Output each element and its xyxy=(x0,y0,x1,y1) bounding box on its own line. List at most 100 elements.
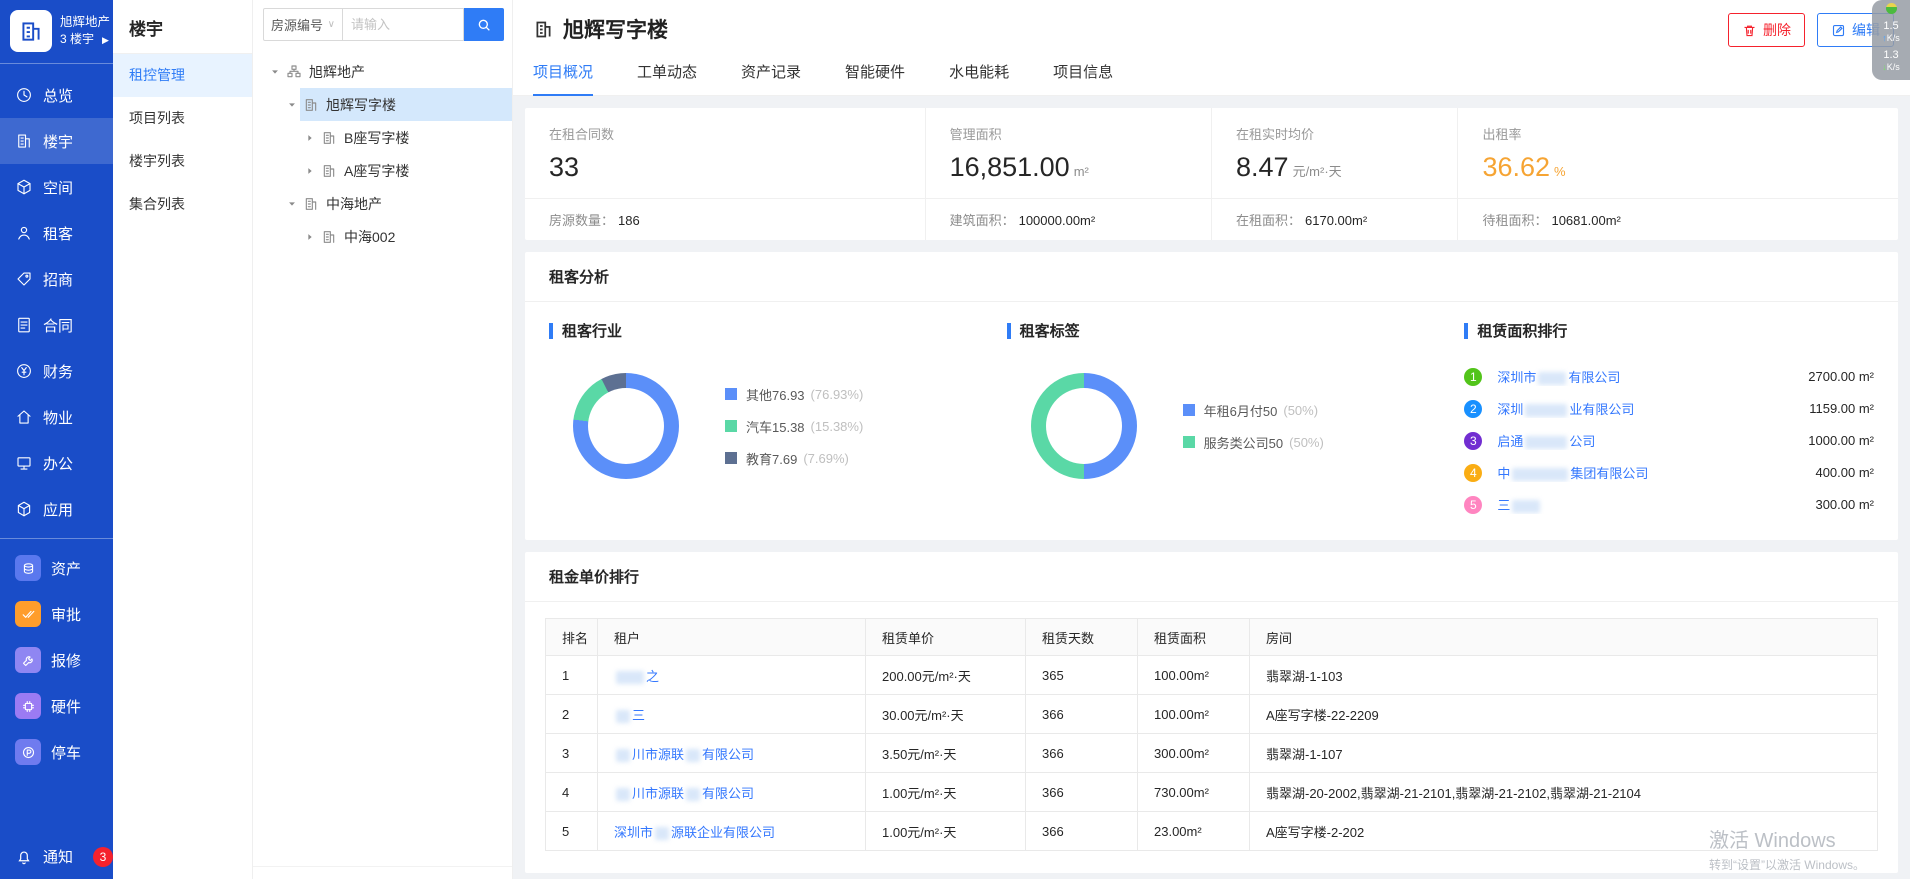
watermark-line2: 转到“设置”以激活 Windows。 xyxy=(1709,856,1865,873)
caret-down-icon[interactable] xyxy=(267,67,283,77)
sidebar-item-hardware[interactable]: 硬件 xyxy=(0,683,113,729)
cell-tenant-link[interactable]: 三 xyxy=(598,695,866,734)
tags-chart-title: 租客标签 xyxy=(1020,320,1080,341)
download-speed-unit: K/s xyxy=(1887,62,1900,72)
caret-right-icon[interactable] xyxy=(302,133,318,143)
tree-node-A座写字楼[interactable]: A座写字楼 xyxy=(253,154,512,187)
sidebar-divider xyxy=(0,538,113,539)
overview-icon xyxy=(15,86,33,104)
sidebar-item-approval[interactable]: 审批 xyxy=(0,591,113,637)
stat-unit: 元/m²·天 xyxy=(1293,164,1342,179)
rank-company-redacted xyxy=(1512,468,1568,481)
menu-item-集合列表[interactable]: 集合列表 xyxy=(113,183,252,226)
sidebar-item-finance[interactable]: 财务 xyxy=(0,348,113,394)
sidebar-nav: 总览楼宇空间租客招商合同财务物业办公应用资产审批报修硬件停车 xyxy=(0,64,113,775)
stat-sub: 建筑面积：100000.00m² xyxy=(926,198,1211,240)
rank-company-link[interactable]: 中集团有限公司 xyxy=(1497,463,1805,482)
caret-down-icon[interactable] xyxy=(284,199,300,209)
sidebar-item-tenant[interactable]: 租客 xyxy=(0,210,113,256)
delete-button[interactable]: 删除 xyxy=(1728,13,1805,47)
sidebar-item-property[interactable]: 物业 xyxy=(0,394,113,440)
sidebar-item-notify[interactable]: 通知 3 xyxy=(0,846,113,867)
area-rank-row: 1深圳市有限公司2700.00 m² xyxy=(1464,367,1874,386)
tree-search-input[interactable] xyxy=(343,8,464,41)
org-expand-icon[interactable]: ▶ xyxy=(102,34,109,47)
cell-tenant-link[interactable]: 川市源联有限公司 xyxy=(598,734,866,773)
rank-company-text: 启通 xyxy=(1497,434,1523,449)
tenant-icon xyxy=(15,224,33,242)
stat-main: 在租合同数33 xyxy=(525,108,925,198)
parking-icon xyxy=(21,745,36,760)
cell-rank: 3 xyxy=(546,734,598,773)
sidebar-item-contract[interactable]: 合同 xyxy=(0,302,113,348)
menu-item-楼宇列表[interactable]: 楼宇列表 xyxy=(113,140,252,183)
tree-scrollbar[interactable] xyxy=(253,866,512,879)
rank-company-link[interactable]: 启通公司 xyxy=(1497,431,1798,450)
sidebar-item-invest[interactable]: 招商 xyxy=(0,256,113,302)
stat-sub-label: 在租面积： xyxy=(1236,213,1301,228)
tree-node-B座写字楼[interactable]: B座写字楼 xyxy=(253,121,512,154)
net-speed-widget[interactable]: 1.5 ↑K/s 1.3 ↓K/s xyxy=(1872,0,1910,80)
tab-工单动态[interactable]: 工单动态 xyxy=(637,61,697,95)
sidebar-item-repair[interactable]: 报修 xyxy=(0,637,113,683)
tree-node-中海002[interactable]: 中海002 xyxy=(253,220,512,253)
area-rank-section: 租赁面积排行 1深圳市有限公司2700.00 m²2深圳业有限公司1159.00… xyxy=(1440,302,1898,540)
tab-项目信息[interactable]: 项目信息 xyxy=(1053,61,1113,95)
sidebar-item-asset[interactable]: 资产 xyxy=(0,545,113,591)
tab-资产记录[interactable]: 资产记录 xyxy=(741,61,801,95)
tab-水电能耗[interactable]: 水电能耗 xyxy=(949,61,1009,95)
tree-node-inner: B座写字楼 xyxy=(318,121,512,154)
menu-item-租控管理[interactable]: 租控管理 xyxy=(113,54,252,97)
legend-swatch xyxy=(1183,436,1195,448)
tenant-text: 川市源联 xyxy=(632,747,684,762)
column-header-房间: 房间 xyxy=(1250,619,1878,656)
sidebar-item-office[interactable]: 办公 xyxy=(0,440,113,486)
tenant-redacted xyxy=(616,749,630,762)
caret-right-icon[interactable] xyxy=(302,232,318,242)
sidebar-item-label: 资产 xyxy=(51,558,81,579)
search-type-select[interactable]: 房源编号 ∨ xyxy=(263,8,343,41)
rank-company-link[interactable]: 深圳业有限公司 xyxy=(1497,399,1799,418)
tree-node-旭辉写字楼[interactable]: 旭辉写字楼 xyxy=(253,88,512,121)
org-switcher[interactable]: 旭辉地产 3 楼宇 ▶ xyxy=(0,0,113,64)
tab-智能硬件[interactable]: 智能硬件 xyxy=(845,61,905,95)
tree-node-inner: 旭辉写字楼 xyxy=(300,88,512,121)
menu-item-项目列表[interactable]: 项目列表 xyxy=(113,97,252,140)
rank-company-text: 中 xyxy=(1497,466,1510,481)
rank-company-redacted xyxy=(1525,436,1567,449)
building2-icon xyxy=(321,163,337,179)
main-area: 旭辉写字楼 删除 编辑 项目概况工单动态资产记录智能硬件水电能 xyxy=(513,0,1910,879)
rank-company-text: 深圳 xyxy=(1497,402,1523,417)
sidebar-item-apps[interactable]: 应用 xyxy=(0,486,113,532)
sidebar-item-label: 楼宇 xyxy=(43,131,73,152)
rank-company-link[interactable]: 三 xyxy=(1497,495,1805,514)
app-logo xyxy=(10,10,52,52)
cell-tenant-link[interactable]: 之 xyxy=(598,656,866,695)
tab-项目概况[interactable]: 项目概况 xyxy=(533,61,593,95)
page-title: 旭辉写字楼 xyxy=(563,14,668,44)
sidebar-item-parking[interactable]: 停车 xyxy=(0,729,113,775)
industry-donut-chart xyxy=(573,373,679,479)
search-button[interactable] xyxy=(464,8,504,41)
sidebar-item-building[interactable]: 楼宇 xyxy=(0,118,113,164)
caret-down-icon[interactable] xyxy=(284,100,300,110)
table-row: 5深圳市源联企业有限公司1.00元/m²·天36623.00m²A座写字楼-2-… xyxy=(546,812,1878,851)
tree-node-中海地产[interactable]: 中海地产 xyxy=(253,187,512,220)
tree-node-旭辉地产[interactable]: 旭辉地产 xyxy=(253,55,512,88)
rank-badge: 3 xyxy=(1464,432,1482,450)
legend-label: 其他76.93 xyxy=(746,385,805,404)
sidebar-item-space[interactable]: 空间 xyxy=(0,164,113,210)
cell-tenant-link[interactable]: 深圳市源联企业有限公司 xyxy=(598,812,866,851)
sidebar-item-label: 报修 xyxy=(51,650,81,671)
sidebar-item-label: 空间 xyxy=(43,177,73,198)
rank-company-link[interactable]: 深圳市有限公司 xyxy=(1497,367,1798,386)
caret-right-icon[interactable] xyxy=(302,166,318,176)
stat-col-在租实时均价: 在租实时均价8.47元/m²·天在租面积：6170.00m² xyxy=(1212,108,1458,240)
tenant-text: 深圳市 xyxy=(614,825,653,840)
sidebar-item-overview[interactable]: 总览 xyxy=(0,72,113,118)
stat-sub-value: 10681.00m² xyxy=(1551,213,1620,228)
cell-tenant-link[interactable]: 川市源联有限公司 xyxy=(598,773,866,812)
building-icon xyxy=(15,132,33,150)
stat-sub-value: 186 xyxy=(618,213,640,228)
industry-chart-title: 租客行业 xyxy=(562,320,622,341)
